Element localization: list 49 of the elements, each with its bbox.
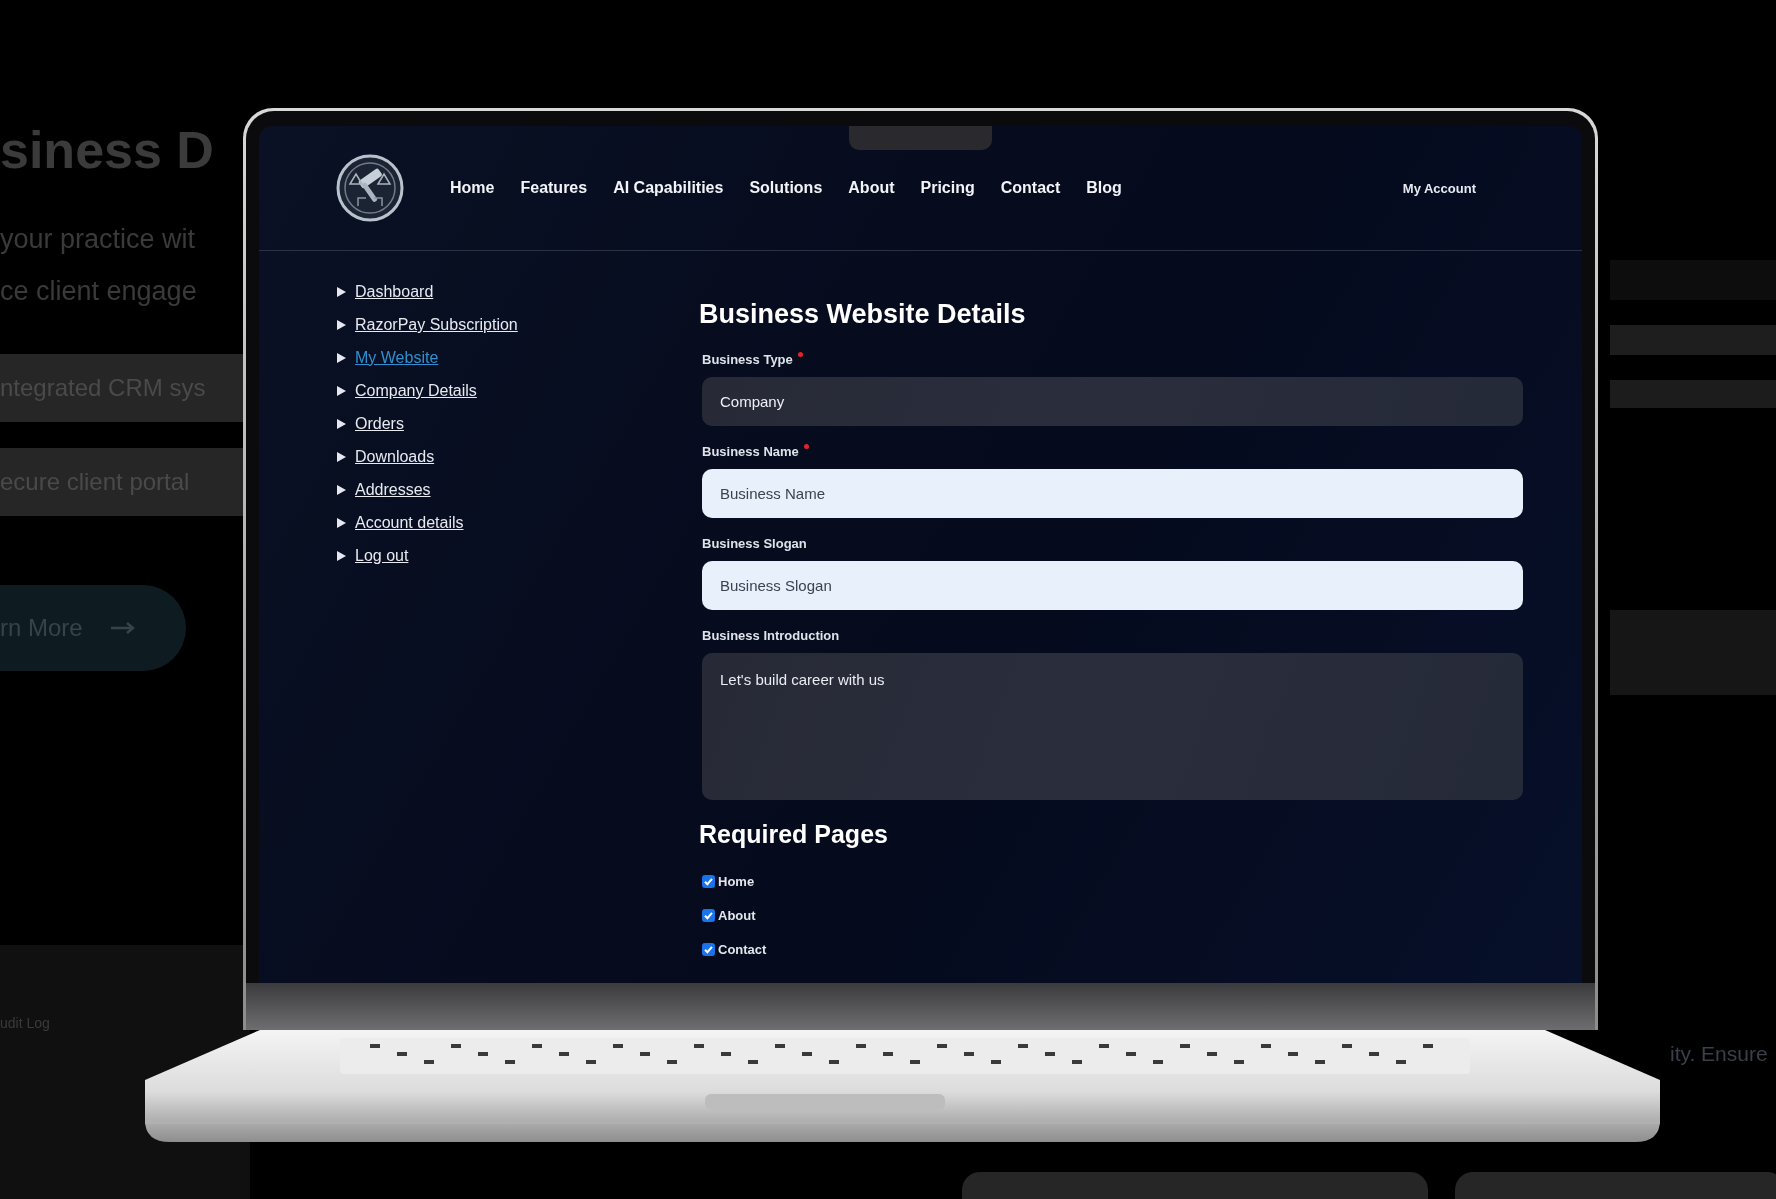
- sidebar-link[interactable]: Account details: [355, 514, 464, 532]
- sidebar-link[interactable]: Addresses: [355, 481, 431, 499]
- nav-link[interactable]: Blog: [1086, 179, 1122, 197]
- logo-icon[interactable]: [336, 154, 404, 222]
- checkbox-label: Contact: [718, 941, 767, 957]
- background-text: your practice wit: [0, 224, 196, 255]
- arrow-icon: [110, 622, 135, 634]
- triangle-icon: [337, 386, 346, 396]
- nav-link[interactable]: Solutions: [749, 179, 823, 197]
- field-label: Business Name: [702, 444, 799, 459]
- account-link[interactable]: My Account: [1402, 180, 1476, 196]
- form-title: Business Website Details: [699, 299, 1027, 330]
- triangle-icon: [337, 518, 346, 528]
- triangle-icon: [337, 353, 346, 363]
- field-label: Business Type: [702, 352, 793, 367]
- sidebar-link[interactable]: Dashboard: [355, 283, 434, 301]
- nav-link[interactable]: AI Capabilities: [613, 179, 724, 197]
- text-area[interactable]: Let's build career with us: [702, 653, 1523, 800]
- triangle-icon: [337, 485, 346, 495]
- sidebar-link[interactable]: Log out: [355, 547, 409, 565]
- nav-link[interactable]: Features: [520, 179, 588, 197]
- nav-link[interactable]: Home: [450, 179, 495, 197]
- triangle-icon: [337, 452, 346, 462]
- checkbox[interactable]: [702, 874, 715, 888]
- checkbox[interactable]: [702, 942, 715, 956]
- field-label: Business Introduction: [702, 628, 840, 643]
- background-text: ce client engage: [0, 276, 197, 307]
- background-text: ity. Ensure: [1670, 1042, 1768, 1066]
- sidebar-link[interactable]: Company Details: [355, 382, 477, 400]
- sidebar-link[interactable]: Orders: [355, 415, 404, 433]
- sidebar-link[interactable]: Downloads: [355, 448, 435, 466]
- triangle-icon: [337, 320, 346, 330]
- nav-link[interactable]: Contact: [1000, 179, 1061, 197]
- checkbox-label: Home: [718, 873, 755, 889]
- input-field[interactable]: Business Name: [702, 469, 1523, 518]
- section-title: Required Pages: [699, 820, 889, 849]
- field-label: Business Slogan: [702, 536, 807, 551]
- select-field[interactable]: Company: [702, 377, 1523, 426]
- nav-link[interactable]: About: [848, 179, 895, 197]
- sidebar-link[interactable]: RazorPay Subscription: [355, 316, 518, 334]
- triangle-icon: [337, 551, 346, 561]
- background-heading: siness D: [0, 120, 214, 180]
- sidebar-link[interactable]: My Website: [355, 349, 439, 367]
- nav-link[interactable]: Pricing: [920, 179, 975, 197]
- triangle-icon: [337, 287, 346, 297]
- triangle-icon: [337, 419, 346, 429]
- input-field[interactable]: Business Slogan: [702, 561, 1523, 610]
- checkbox-label: About: [718, 907, 756, 923]
- checkbox[interactable]: [702, 908, 715, 922]
